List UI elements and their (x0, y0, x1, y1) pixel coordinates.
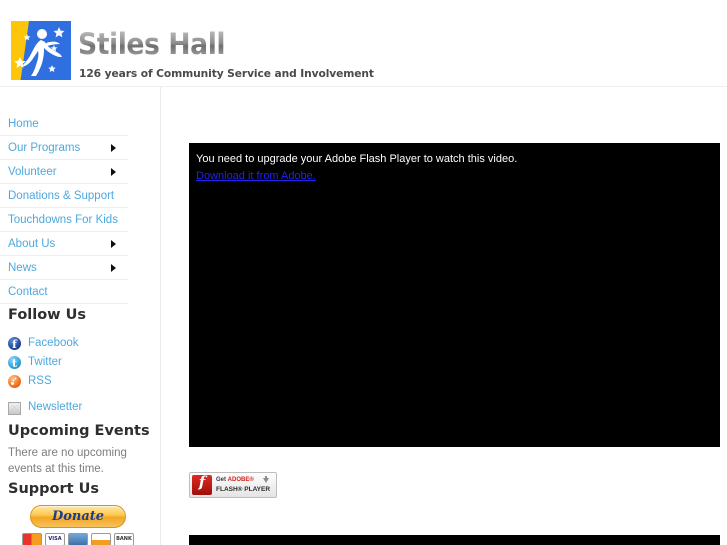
sidebar-item-label: Touchdowns For Kids (8, 214, 118, 226)
upcoming-events-heading: Upcoming Events (8, 423, 150, 439)
accepted-cards-row: VISA BANK (8, 533, 148, 545)
sidebar: Home Our Programs Volunteer Donations & Sup… (0, 87, 160, 545)
social-link-label: RSS (28, 375, 52, 387)
flash-badge-get-text: Get (216, 477, 228, 483)
support-us-heading: Support Us (8, 481, 100, 497)
sidebar-item-contact[interactable]: Contact (0, 280, 128, 304)
sidebar-item-label: Our Programs (8, 142, 81, 154)
sidebar-item-label: Donations & Support (8, 190, 115, 202)
donate-area: Donate VISA BANK (8, 505, 148, 545)
newsletter-icon (8, 402, 21, 415)
card-logo-visa: VISA (45, 533, 65, 545)
content-wrapper: Home Our Programs Volunteer Donations & Sup… (0, 87, 727, 545)
social-link-facebook[interactable]: Facebook (8, 334, 148, 354)
social-link-label: Twitter (28, 356, 62, 368)
social-links-list: Facebook Twitter RSS Newsletter (8, 334, 148, 417)
sidebar-item-donations-support[interactable]: Donations & Support (0, 184, 128, 208)
get-adobe-flash-player-badge[interactable]: Get ADOBE® FLASH® PLAYER (189, 472, 277, 498)
sidebar-item-label: Home (8, 118, 39, 130)
brand-title: Stiles Hall (78, 27, 226, 61)
flash-download-link[interactable]: Download it from Adobe. (196, 169, 316, 184)
page-root: Stiles Hall 126 years of Community Servi… (0, 0, 727, 545)
flash-upgrade-message: You need to upgrade your Adobe Flash Pla… (196, 152, 706, 184)
flash-logo-icon (192, 473, 212, 495)
sidebar-item-label: About Us (8, 238, 56, 250)
site-header: Stiles Hall 126 years of Community Servi… (0, 0, 727, 87)
stiles-hall-logo[interactable] (11, 21, 71, 80)
card-logo-discover (91, 533, 111, 545)
sidebar-item-news[interactable]: News (0, 256, 128, 280)
social-link-rss[interactable]: RSS (8, 372, 148, 391)
video-player-primary[interactable]: You need to upgrade your Adobe Flash Pla… (189, 143, 720, 447)
card-logo-mastercard (22, 533, 42, 545)
sidebar-item-touchdowns-for-kids[interactable]: Touchdowns For Kids (0, 208, 128, 232)
sidebar-item-home[interactable]: Home (0, 112, 128, 136)
donate-button[interactable]: Donate (30, 505, 126, 528)
sidebar-item-label: Contact (8, 286, 48, 298)
sidebar-item-volunteer[interactable]: Volunteer (0, 160, 128, 184)
flash-badge-line1: Get ADOBE® (216, 476, 270, 484)
social-link-twitter[interactable]: Twitter (8, 353, 148, 373)
sidebar-item-label: News (8, 262, 37, 274)
social-link-label: Newsletter (28, 401, 83, 413)
video-player-secondary[interactable] (189, 535, 720, 545)
chevron-right-icon (111, 144, 116, 152)
download-arrow-icon (263, 478, 269, 483)
logo-figure-icon (14, 27, 65, 76)
chevron-right-icon (111, 264, 116, 272)
flash-message-text: You need to upgrade your Adobe Flash Pla… (196, 153, 518, 165)
upcoming-events-text: There are no upcoming events at this tim… (8, 447, 127, 475)
sidebar-item-label: Volunteer (8, 166, 57, 178)
card-logo-amex (68, 533, 88, 545)
chevron-right-icon (111, 240, 116, 248)
card-logo-bank: BANK (114, 533, 134, 545)
sidebar-item-about-us[interactable]: About Us (0, 232, 128, 256)
main-content: You need to upgrade your Adobe Flash Pla… (161, 87, 727, 545)
sidebar-item-our-programs[interactable]: Our Programs (0, 136, 128, 160)
flash-badge-line2: FLASH® PLAYER (216, 486, 271, 493)
flash-badge-adobe-text: ADOBE® (227, 477, 254, 483)
brand-tagline: 126 years of Community Service and Invol… (79, 67, 374, 80)
twitter-icon (8, 354, 21, 373)
chevron-right-icon (111, 168, 116, 176)
follow-us-heading: Follow Us (8, 307, 87, 323)
primary-navigation: Home Our Programs Volunteer Donations & Sup… (0, 112, 128, 304)
rss-icon (8, 375, 21, 388)
flash-badge-text: Get ADOBE® FLASH® PLAYER (216, 476, 270, 494)
social-link-newsletter[interactable]: Newsletter (8, 398, 148, 417)
social-link-label: Facebook (28, 337, 79, 349)
facebook-icon (8, 335, 21, 354)
